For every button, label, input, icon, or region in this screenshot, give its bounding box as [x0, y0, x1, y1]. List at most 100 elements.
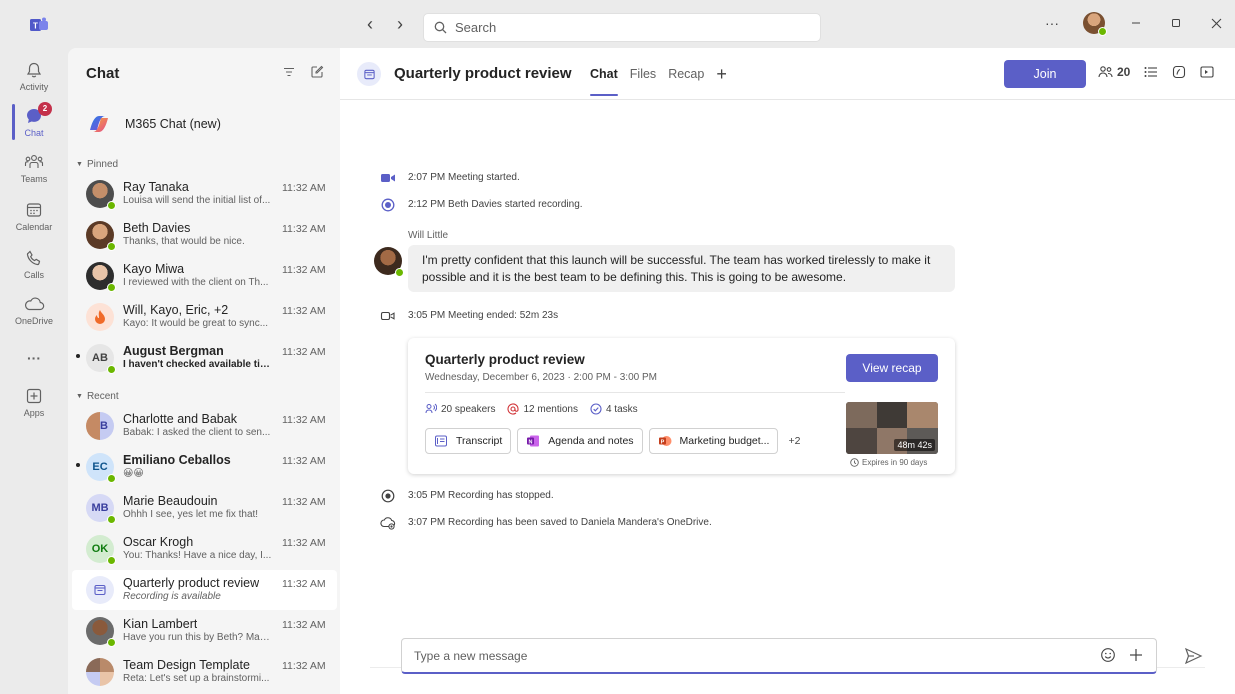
event-recording-started: 2:12 PM Beth Davies started recording.	[380, 198, 583, 212]
header-actions: 20	[1098, 65, 1214, 79]
chat-item-quarterly-product-review[interactable]: Quarterly product review Recording is av…	[72, 570, 337, 610]
rail-item-calendar[interactable]: Calendar	[0, 194, 68, 238]
chat-time: 11:32 AM	[282, 619, 326, 631]
chat-item-ray-tanaka[interactable]: Ray Tanaka Louisa will send the initial …	[72, 174, 337, 214]
rail-item-onedrive[interactable]: OneDrive	[0, 288, 68, 332]
conversation-title: Quarterly product review	[394, 65, 572, 82]
copilot-logo-icon	[90, 116, 108, 132]
avatar: OK	[86, 535, 116, 565]
close-icon[interactable]	[1207, 12, 1225, 34]
speakers-icon	[425, 403, 437, 414]
chat-item-charlotte-and-babak[interactable]: B Charlotte and Babak Babak: I asked the…	[72, 406, 337, 446]
event-recording-stopped: 3:05 PM Recording has stopped.	[380, 488, 554, 504]
chat-name: Marie Beaudouin	[123, 494, 218, 508]
teams-icon	[24, 155, 44, 168]
chat-item-beth-davies[interactable]: Beth Davies Thanks, that would be nice. …	[72, 215, 337, 255]
search-icon	[434, 21, 447, 34]
list-icon[interactable]	[1144, 66, 1158, 78]
file-chip-marketing-budget[interactable]: P Marketing budget...	[648, 428, 779, 454]
chat-item-emiliano-ceballos[interactable]: EC Emiliano Ceballos 😀😀 11:32 AM	[72, 447, 337, 487]
chat-preview: Have you run this by Beth? Mak...	[123, 632, 273, 643]
more-files-link[interactable]: +2	[788, 435, 800, 447]
view-recap-button[interactable]: View recap	[846, 354, 938, 382]
speakers-stat[interactable]: 20 speakers	[425, 403, 495, 415]
cloud-saved-icon	[380, 515, 396, 531]
chat-list-panel: Chat M365 Chat (new) ▼ Pinned Ray Tanaka…	[68, 48, 340, 694]
event-meeting-ended: 3:05 PM Meeting ended: 52m 23s	[380, 310, 558, 321]
profile-avatar[interactable]	[1083, 12, 1107, 36]
recording-thumbnail[interactable]: 48m 42s	[846, 402, 938, 454]
card-files: Transcript N Agenda and notes P Marketin…	[425, 428, 800, 454]
search-input[interactable]: Search	[423, 13, 821, 42]
svg-text:P: P	[660, 439, 664, 445]
chat-item-group-will-kayo-eric[interactable]: Will, Kayo, Eric, +2 Kayo: It would be g…	[72, 297, 337, 337]
emoji-icon[interactable]	[1100, 647, 1116, 663]
rail-item-activity[interactable]: Activity	[0, 54, 68, 98]
plus-icon[interactable]	[1128, 647, 1144, 663]
svg-text:T: T	[33, 22, 38, 31]
forward-arrow-icon[interactable]: ›	[392, 14, 408, 34]
avatar: EC	[86, 453, 116, 483]
chat-item-team-design-template[interactable]: Team Design Template Reta: Let's set up …	[72, 652, 337, 692]
chat-time: 11:32 AM	[282, 496, 326, 508]
teams-logo-icon[interactable]: T	[30, 17, 48, 33]
rail-item-more[interactable]: ···	[0, 336, 68, 380]
chat-name: Beth Davies	[123, 221, 191, 235]
rail-item-teams[interactable]: Teams	[0, 146, 68, 190]
meeting-chat-icon	[94, 584, 106, 596]
tasks-stat[interactable]: 4 tasks	[590, 403, 638, 415]
chat-preview: Ohhh I see, yes let me fix that!	[123, 509, 259, 520]
more-options-icon[interactable]: ···	[1043, 12, 1061, 34]
recent-section-header[interactable]: ▼ Recent	[76, 391, 119, 402]
message-composer[interactable]: Type a new message	[401, 638, 1157, 674]
rail-item-calls[interactable]: Calls	[0, 242, 68, 286]
file-label: Marketing budget...	[679, 435, 770, 447]
avatar	[86, 617, 116, 647]
chat-preview: You: Thanks! Have a nice day, I...	[123, 550, 272, 561]
avatar: MB	[86, 494, 116, 524]
chat-time: 11:32 AM	[282, 455, 326, 467]
chat-item-kayo-miwa[interactable]: Kayo Miwa I reviewed with the client on …	[72, 256, 337, 296]
rail-item-chat[interactable]: 2 Chat	[0, 100, 68, 144]
join-button[interactable]: Join	[1004, 60, 1086, 88]
add-tab-icon[interactable]: +	[716, 65, 727, 83]
chat-item-kian-lambert[interactable]: Kian Lambert Have you run this by Beth? …	[72, 611, 337, 651]
chat-preview: I haven't checked available tim...	[123, 359, 273, 370]
tab-chat[interactable]: Chat	[590, 67, 618, 96]
tasks-count: 4 tasks	[605, 403, 638, 415]
new-chat-icon[interactable]	[310, 65, 324, 79]
sender-avatar[interactable]	[374, 247, 404, 277]
chat-item-marie-beaudouin[interactable]: MB Marie Beaudouin Ohhh I see, yes let m…	[72, 488, 337, 528]
composer-placeholder: Type a new message	[414, 649, 528, 663]
chat-name: Oscar Krogh	[123, 535, 194, 549]
rail-item-apps[interactable]: Apps	[0, 380, 68, 424]
chat-time: 11:32 AM	[282, 537, 326, 549]
copilot-pane-icon[interactable]	[1172, 65, 1186, 79]
mention-icon	[507, 403, 520, 415]
pinned-section-header[interactable]: ▼ Pinned	[76, 159, 118, 170]
participants-button[interactable]: 20	[1098, 65, 1130, 79]
chat-item-august-bergman[interactable]: AB August Bergman I haven't checked avai…	[72, 338, 337, 378]
back-arrow-icon[interactable]: ‹	[362, 14, 378, 34]
card-divider	[425, 392, 845, 393]
tab-recap[interactable]: Recap	[668, 67, 704, 81]
filter-icon[interactable]	[282, 65, 296, 79]
chat-time: 11:32 AM	[282, 223, 326, 235]
stop-record-icon	[380, 488, 396, 504]
chat-item-oscar-krogh[interactable]: OK Oscar Krogh You: Thanks! Have a nice …	[72, 529, 337, 569]
message-bubble[interactable]: I'm pretty confident that this launch wi…	[408, 245, 955, 292]
presence-available-icon	[107, 283, 116, 292]
side-panel-icon[interactable]	[1200, 66, 1214, 78]
minimize-icon[interactable]	[1127, 12, 1145, 34]
file-chip-agenda[interactable]: N Agenda and notes	[517, 428, 643, 454]
chat-time: 11:32 AM	[282, 414, 326, 426]
copilot-chat-item[interactable]: M365 Chat (new)	[68, 104, 340, 144]
tab-files[interactable]: Files	[630, 67, 656, 81]
message-sender: Will Little	[408, 230, 449, 241]
send-icon[interactable]	[1183, 646, 1203, 666]
bell-icon	[26, 62, 42, 78]
event-text: 3:05 PM Recording has stopped.	[408, 490, 554, 501]
file-chip-transcript[interactable]: Transcript	[425, 428, 512, 454]
maximize-icon[interactable]	[1167, 12, 1185, 34]
mentions-stat[interactable]: 12 mentions	[507, 403, 578, 415]
